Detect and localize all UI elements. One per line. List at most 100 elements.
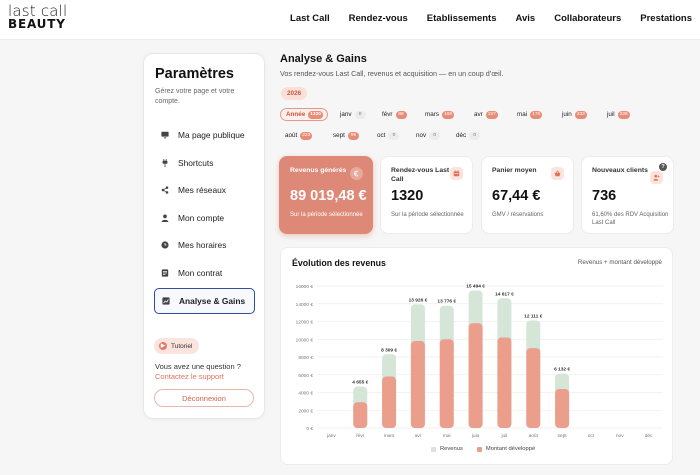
period-label: sept: [333, 132, 345, 139]
kpi-card-basket[interactable]: Panier moyen 67,44 € GMV / réservations: [481, 156, 574, 234]
basket-icon: [551, 167, 564, 180]
sidebar-item-label: Mes réseaux: [178, 185, 226, 196]
nav-rendez-vous[interactable]: Rendez-vous: [349, 13, 408, 24]
bar-total-label: 13 776 €: [437, 299, 456, 305]
settings-sidebar: Paramètres Gérez votre page et votre com…: [143, 53, 265, 419]
period-pill-oct[interactable]: oct 0: [372, 129, 403, 142]
period-count: 99: [347, 131, 359, 140]
period-count: 223: [300, 131, 313, 140]
period-count: 0: [469, 131, 481, 140]
period-label: déc: [456, 132, 467, 139]
period-pill-janv[interactable]: janv 0: [335, 108, 370, 121]
brand-logo-line2: BEAUTY: [8, 17, 66, 31]
y-tick-label: 16000 €: [296, 284, 314, 290]
nav-prestations[interactable]: Prestations: [640, 13, 692, 24]
period-label: mars: [425, 111, 439, 118]
legend-item-montant: Montant développé: [476, 446, 536, 452]
x-tick-label: févr: [356, 433, 364, 439]
kpi-card-new-clients[interactable]: Nouveaux clients ? 736 61,60% des RDV Ac…: [581, 156, 674, 234]
bar-revenue: [526, 348, 541, 428]
bar-revenue: [382, 376, 397, 428]
legend-label: Montant développé: [485, 446, 536, 452]
revenue-chart-card: Évolution des revenus Revenus + montant …: [280, 247, 673, 465]
period-count: 88: [395, 110, 407, 119]
revenue-chart: 0 € 2000 € 4000 € 6000 € 8000 € 10000 € 12000 …: [296, 283, 663, 439]
main-nav: Last Call Rendez-vous Etablissements Avi…: [290, 13, 692, 24]
kpi-value: 736: [592, 188, 617, 204]
help-icon[interactable]: ?: [659, 163, 667, 171]
sidebar-item-networks[interactable]: Mes réseaux: [154, 177, 255, 203]
sidebar-item-contract[interactable]: Mon contrat: [154, 260, 255, 286]
top-bar: last call BEAUTY Last Call Rendez-vous E…: [0, 0, 700, 40]
bar-total-label: 8 309 €: [381, 347, 397, 353]
bar-total-label: 6 132 €: [554, 367, 570, 373]
period-label: nov: [416, 132, 427, 139]
kpi-title: Rendez-vous Last Call: [391, 167, 450, 183]
period-count: 197: [485, 110, 498, 119]
period-pill-sept[interactable]: sept 99: [328, 129, 363, 142]
help-question: Vous avez une question ?: [155, 362, 241, 371]
euro-icon: [350, 167, 363, 180]
year-selector[interactable]: 2026: [281, 87, 308, 100]
nav-collaborateurs[interactable]: Collaborateurs: [554, 13, 621, 24]
bar-revenue: [439, 339, 454, 428]
sidebar-item-public-page[interactable]: Ma page publique: [154, 122, 255, 148]
kpi-subtext: Sur la période sélectionnée: [391, 212, 464, 218]
bar-total-label: 13 926 €: [409, 297, 428, 303]
sidebar-item-hours[interactable]: Mes horaires: [154, 232, 255, 258]
period-count: 0: [388, 131, 400, 140]
contact-support-link[interactable]: Contactez le support: [155, 372, 224, 381]
bar-revenue: [353, 402, 368, 428]
period-pill-nov[interactable]: nov 0: [411, 129, 444, 142]
period-pill-annee[interactable]: Année 1320: [280, 108, 328, 121]
period-pill-fevr[interactable]: févr 88: [377, 108, 411, 121]
period-pill-mai[interactable]: mai 175: [512, 108, 546, 121]
period-count: 169: [442, 110, 455, 119]
bar-total-label: 14 617 €: [495, 291, 514, 297]
x-tick-label: juin: [471, 433, 480, 439]
period-pill-mars[interactable]: mars 169: [420, 108, 458, 121]
kpi-subtext: GMV / réservations: [492, 212, 544, 218]
y-tick-label: 8000 €: [298, 355, 313, 361]
period-label: avr: [474, 111, 483, 118]
kpi-title: Revenus générés: [290, 167, 347, 174]
nav-last-call[interactable]: Last Call: [290, 13, 330, 24]
sidebar-item-shortcuts[interactable]: Shortcuts: [154, 150, 255, 176]
period-pill-aout[interactable]: août 223: [280, 129, 316, 142]
clock-icon: [161, 241, 169, 249]
nav-avis[interactable]: Avis: [515, 13, 535, 24]
kpi-value: 1320: [391, 188, 424, 204]
x-tick-label: déc: [645, 433, 653, 439]
calendar-icon: [450, 167, 463, 180]
tutorial-button[interactable]: ▶ Tutoriel: [154, 338, 200, 354]
share-icon: [161, 186, 169, 194]
kpi-card-appointments[interactable]: Rendez-vous Last Call 1320 Sur la périod…: [380, 156, 473, 234]
period-label: Année: [286, 111, 306, 118]
period-label: mai: [517, 111, 528, 118]
y-tick-label: 12000 €: [296, 320, 314, 326]
period-count: 226: [617, 110, 630, 119]
sidebar-item-label: Mes horaires: [178, 240, 227, 251]
sidebar-item-analytics[interactable]: Analyse & Gains: [154, 287, 255, 314]
period-label: oct: [377, 132, 386, 139]
kpi-card-revenue[interactable]: Revenus générés 89 019,48 € Sur la pério…: [279, 156, 373, 234]
x-tick-label: mai: [443, 433, 451, 439]
nav-etablissements[interactable]: Etablissements: [427, 13, 497, 24]
period-pill-dec[interactable]: déc 0: [451, 129, 484, 142]
sidebar-item-account[interactable]: Mon compte: [154, 205, 255, 231]
sidebar-item-label: Ma page publique: [178, 130, 245, 140]
user-icon: [161, 214, 169, 222]
brand-logo[interactable]: last call BEAUTY: [8, 4, 67, 31]
logout-button[interactable]: Déconnexion: [154, 389, 254, 407]
period-label: févr: [382, 111, 393, 118]
y-tick-label: 2000 €: [298, 408, 313, 414]
period-pill-avr[interactable]: avr 197: [469, 108, 502, 121]
x-tick-label: nov: [616, 434, 624, 439]
period-label: juin: [562, 111, 572, 118]
period-pill-juin[interactable]: juin 233: [557, 108, 591, 121]
kpi-value: 67,44 €: [492, 188, 541, 204]
bar-total-label: 4 655 €: [352, 380, 368, 386]
period-pill-juil[interactable]: juil 226: [602, 108, 634, 121]
bar-revenue: [468, 323, 483, 428]
kpi-subtext: 61,60% des RDV Acquisition Last Call: [592, 212, 669, 226]
